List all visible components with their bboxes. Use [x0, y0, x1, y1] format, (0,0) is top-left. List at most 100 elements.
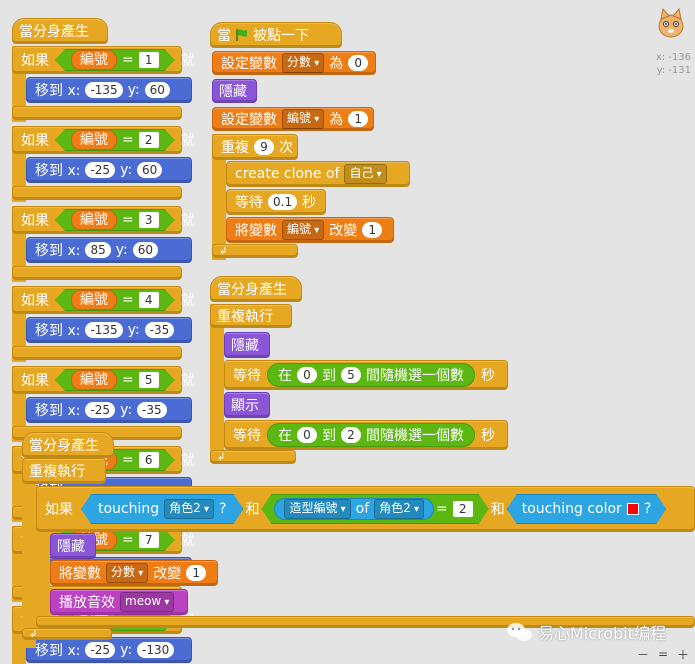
goto-y-input[interactable]: 60 [132, 242, 158, 258]
zoom-in-button[interactable]: ＋ [675, 647, 691, 662]
number-init-input[interactable]: 1 [348, 111, 369, 127]
wait-random-block-2[interactable]: 等待 在 0 到 2 間隨機選一個數 秒 [224, 420, 508, 450]
front-forever-end: ↲ [22, 628, 112, 640]
show-block[interactable]: 顯示 [224, 392, 270, 418]
goto-x-input[interactable]: -25 [85, 162, 116, 178]
front-forever-block[interactable]: 重複執行 [22, 458, 106, 484]
touching-target-dropdown[interactable]: 角色2 [164, 499, 214, 519]
equals-predicate[interactable]: 編號 = 5 [55, 369, 175, 391]
goto-x-input[interactable]: -25 [85, 402, 116, 418]
forever-block[interactable]: 重複執行 [210, 304, 292, 328]
goto-xy-block[interactable]: 移到 x: -25 y: -35 [26, 397, 192, 423]
goto-y-input[interactable]: -35 [137, 402, 167, 418]
left-hat-block[interactable]: 當分身產生 [12, 18, 108, 44]
number-var-reporter[interactable]: 編號 [71, 50, 117, 70]
if-label: 如果 [21, 373, 49, 389]
number-var-reporter[interactable]: 編號 [71, 290, 117, 310]
equals-predicate[interactable]: 造型編號 of 角色2 = 2 [261, 494, 488, 524]
play-sound-block[interactable]: 播放音效 meow [50, 589, 188, 615]
compare-value-input[interactable]: 2 [139, 132, 159, 148]
if-block[interactable]: 如果 編號 = 5 就 [12, 366, 195, 394]
front-if-block[interactable]: 如果 touching 角色2 ? 和 造型編號 of 角色2 = 2 和 to… [36, 486, 695, 532]
eq-value-input[interactable]: 2 [453, 501, 473, 517]
equals-predicate[interactable]: 編號 = 4 [55, 289, 175, 311]
compare-value-input[interactable]: 1 [139, 52, 159, 68]
clone-hide-block[interactable]: 隱藏 [224, 332, 270, 358]
number-var-reporter[interactable]: 編號 [71, 130, 117, 150]
goto-y-input[interactable]: -130 [137, 642, 175, 658]
zoom-out-button[interactable]: － [635, 647, 651, 662]
number-var-reporter[interactable]: 編號 [71, 210, 117, 230]
change-score-input[interactable]: 1 [186, 565, 207, 581]
change-var-dropdown[interactable]: 編號 [282, 220, 325, 240]
wait-block[interactable]: 等待 0.1 秒 [226, 189, 326, 215]
wait-seconds-input[interactable]: 0.1 [268, 194, 298, 210]
equals-predicate[interactable]: 編號 = 2 [55, 129, 175, 151]
score-init-input[interactable]: 0 [348, 55, 369, 71]
pick-random-reporter[interactable]: 在 0 到 5 間隨機選一個數 [267, 363, 475, 387]
goto-y-input[interactable]: 60 [137, 162, 163, 178]
costume-dropdown[interactable]: 造型編號 [284, 499, 350, 519]
set-number-block[interactable]: 設定變數 編號 為 1 [212, 107, 374, 131]
if-label: 如果 [21, 133, 49, 149]
color-swatch[interactable] [627, 503, 639, 515]
clone-target-dropdown[interactable]: 自己 [344, 164, 387, 184]
goto-x-input[interactable]: -135 [85, 322, 123, 338]
goto-xy-block[interactable]: 移到 x: -135 y: 60 [26, 77, 192, 103]
score-var-dropdown[interactable]: 分數 [282, 53, 325, 73]
goto-xy-block[interactable]: 移到 x: -25 y: 60 [26, 157, 192, 183]
compare-value-input[interactable]: 5 [139, 372, 159, 388]
clone-hat-block[interactable]: 當分身產生 [210, 276, 302, 302]
if-block[interactable]: 如果 編號 = 1 就 [12, 46, 195, 74]
goto-xy-block[interactable]: 移到 x: -135 y: -35 [26, 317, 192, 343]
hide-block[interactable]: 隱藏 [212, 79, 257, 103]
sound-dropdown[interactable]: meow [120, 592, 175, 612]
goto-x-input[interactable]: 85 [85, 242, 111, 258]
set-score-block[interactable]: 設定變數 分數 為 0 [212, 51, 376, 75]
random-to-input-2[interactable]: 2 [341, 427, 361, 443]
goto-y-input[interactable]: 60 [144, 82, 170, 98]
change-number-block[interactable]: 將變數 編號 改變 1 [226, 217, 394, 243]
touching-sprite-predicate[interactable]: touching 角色2 ? [81, 494, 243, 524]
front-hat-block[interactable]: 當分身產生 [22, 432, 114, 458]
then-label: 就 [180, 293, 195, 309]
random-from-input-2[interactable]: 0 [297, 427, 317, 443]
costume-target-dropdown[interactable]: 角色2 [374, 499, 424, 519]
change-amount-input[interactable]: 1 [362, 222, 383, 238]
create-clone-block[interactable]: create clone of 自己 [226, 161, 410, 187]
script-area[interactable]: 當分身產生 如果 編號 = 1 就移到 x: -135 y: 60 如果 編號 = 2 就移到 x: -2… [0, 0, 695, 664]
if-block[interactable]: 如果 編號 = 4 就 [12, 286, 195, 314]
number-var-dropdown[interactable]: 編號 [282, 109, 325, 129]
random-post: 間隨機選一個數 [366, 368, 464, 384]
equals-predicate[interactable]: 編號 = 3 [55, 209, 175, 231]
repeat-count-input[interactable]: 9 [254, 139, 274, 155]
if-end [12, 346, 182, 360]
if-block[interactable]: 如果 編號 = 2 就 [12, 126, 195, 154]
repeat-block[interactable]: 重複 9 次 [212, 134, 298, 160]
goto-x-input[interactable]: -135 [85, 82, 123, 98]
random-pre-2: 在 [278, 428, 292, 444]
compare-value-input[interactable]: 3 [139, 212, 159, 228]
goto-y-input[interactable]: -35 [144, 322, 175, 338]
wait-random-block-1[interactable]: 等待 在 0 到 5 間隨機選一個數 秒 [224, 360, 508, 390]
goto-xy-block[interactable]: 移到 x: 85 y: 60 [26, 237, 192, 263]
change-score-block[interactable]: 將變數 分數 改變 1 [50, 560, 218, 586]
if-block[interactable]: 如果 編號 = 3 就 [12, 206, 195, 234]
equals-predicate[interactable]: 編號 = 1 [55, 49, 175, 71]
compare-value-input[interactable]: 4 [139, 292, 159, 308]
goto-xy-block[interactable]: 移到 x: -25 y: -130 [26, 637, 192, 663]
random-from-input[interactable]: 0 [297, 367, 317, 383]
number-var-reporter[interactable]: 編號 [71, 370, 117, 390]
score-dropdown[interactable]: 分數 [106, 563, 149, 583]
touching-color-predicate[interactable]: touching color ? [507, 494, 667, 524]
if-end [12, 186, 182, 200]
front-hide-block[interactable]: 隱藏 [50, 533, 96, 559]
compare-value-input[interactable]: 7 [139, 532, 159, 548]
zoom-reset-button[interactable]: = [655, 647, 671, 661]
compare-value-input[interactable]: 6 [139, 452, 159, 468]
random-to-input[interactable]: 5 [341, 367, 361, 383]
flag-hat-block[interactable]: 當 被點一下 [210, 22, 342, 48]
goto-x-input[interactable]: -25 [85, 642, 116, 658]
costume-of-reporter[interactable]: 造型編號 of 角色2 [274, 498, 434, 520]
pick-random-reporter-2[interactable]: 在 0 到 2 間隨機選一個數 [267, 423, 475, 447]
